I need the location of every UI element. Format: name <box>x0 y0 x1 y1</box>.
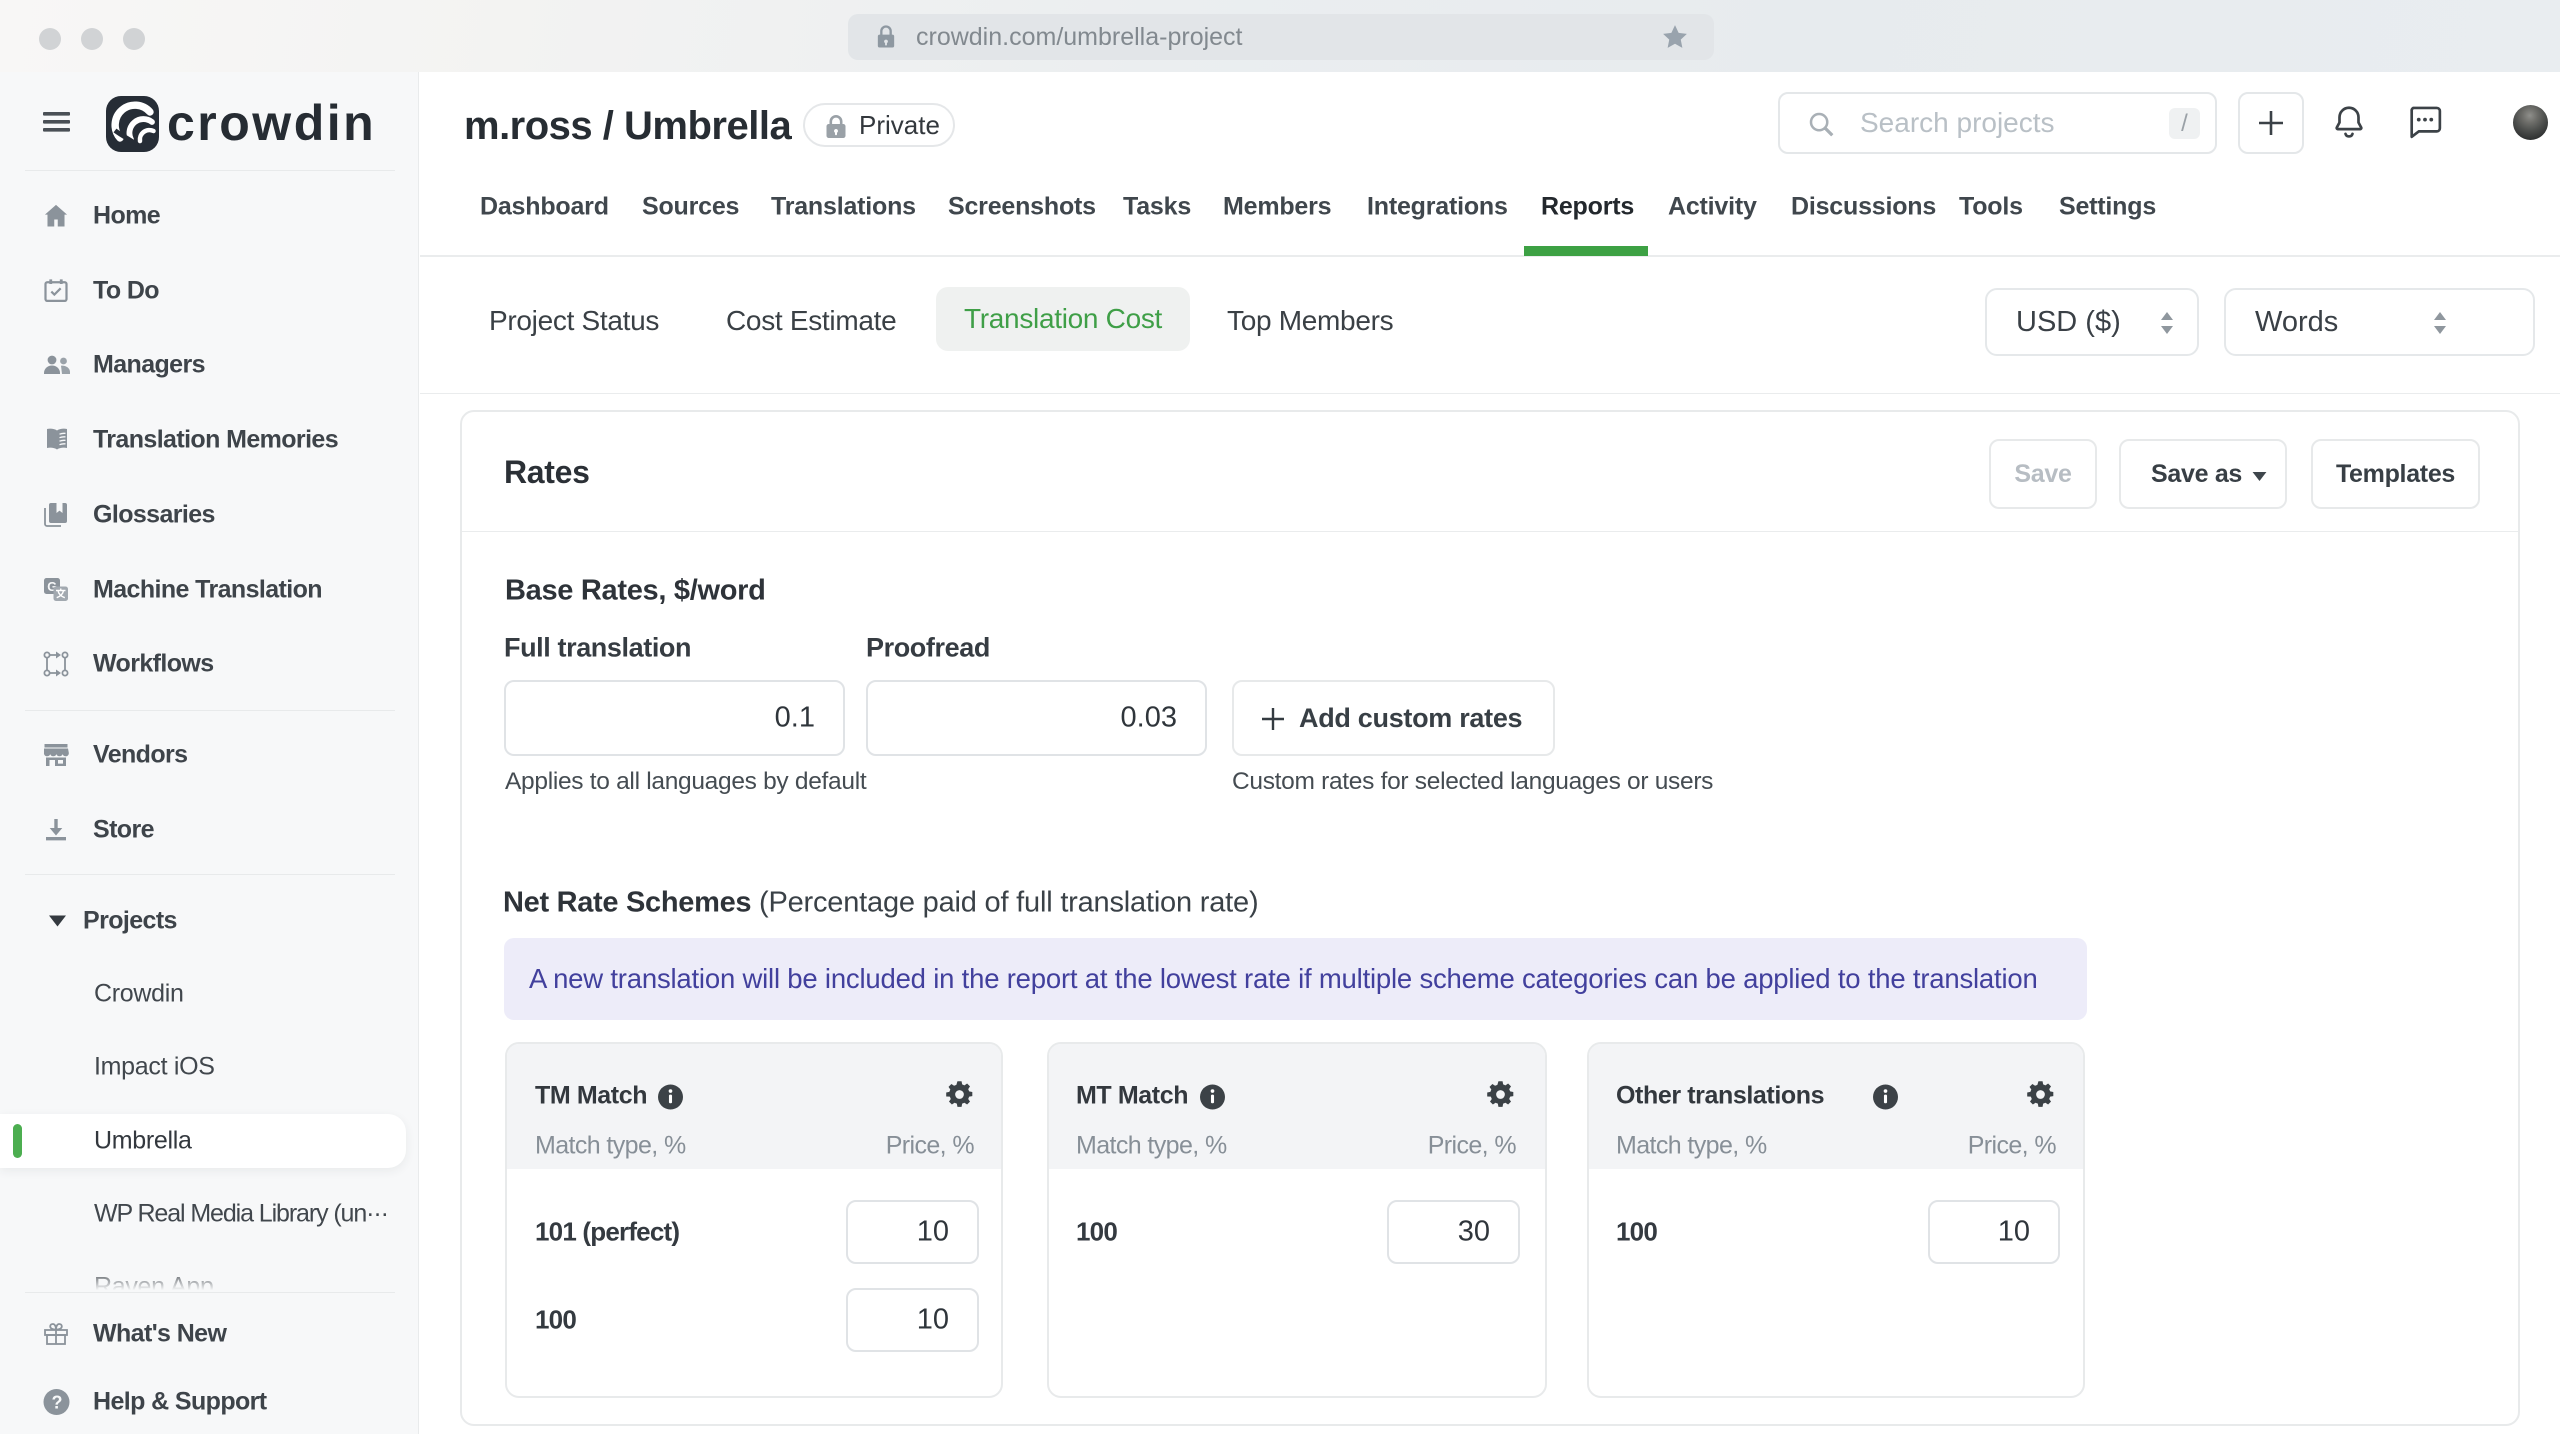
svg-text:?: ? <box>52 1393 63 1413</box>
